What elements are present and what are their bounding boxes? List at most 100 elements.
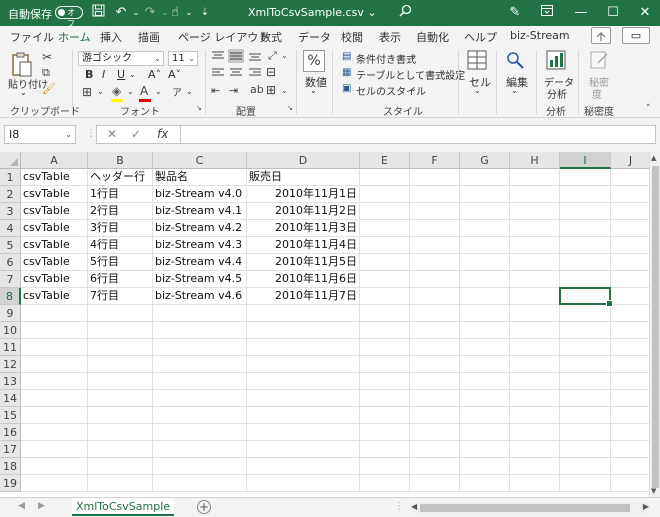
share-button[interactable] — [591, 27, 611, 44]
fill-color-icon[interactable]: ◈ — [112, 84, 121, 98]
align-middle-icon[interactable] — [228, 49, 244, 63]
cell[interactable] — [21, 458, 88, 475]
column-header-a[interactable]: A — [21, 152, 88, 169]
select-all-button[interactable] — [0, 152, 21, 169]
cell[interactable] — [88, 373, 153, 390]
cell[interactable] — [611, 220, 651, 237]
column-header-i[interactable]: I — [560, 152, 611, 169]
cell[interactable] — [460, 407, 510, 424]
tab-help[interactable]: ヘルプ — [464, 29, 497, 45]
row-header[interactable]: 6 — [0, 254, 21, 271]
cell[interactable] — [410, 373, 460, 390]
sheet-tab[interactable]: XmlToCsvSample — [72, 498, 174, 516]
cell[interactable]: 2行目 — [88, 203, 153, 220]
cell[interactable] — [247, 373, 360, 390]
cell[interactable] — [611, 322, 651, 339]
cell[interactable]: 7行目 — [88, 288, 153, 305]
cell[interactable]: 2010年11月1日 — [247, 186, 360, 203]
add-sheet-button[interactable]: + — [197, 500, 211, 514]
cell[interactable] — [88, 390, 153, 407]
row-header[interactable]: 3 — [0, 203, 21, 220]
column-header-c[interactable]: C — [153, 152, 247, 169]
cell[interactable] — [360, 322, 410, 339]
cell[interactable]: csvTable — [21, 220, 88, 237]
cell[interactable] — [360, 373, 410, 390]
dialog-launcher-icon[interactable]: ↘ — [287, 104, 293, 112]
cell[interactable]: csvTable — [21, 271, 88, 288]
cell[interactable]: 3行目 — [88, 220, 153, 237]
cell[interactable] — [510, 288, 560, 305]
cell[interactable]: 6行目 — [88, 271, 153, 288]
conditional-format-icon[interactable]: ▤ — [342, 51, 351, 62]
cell[interactable] — [410, 390, 460, 407]
cell[interactable] — [460, 424, 510, 441]
cell[interactable] — [410, 458, 460, 475]
cell[interactable] — [410, 407, 460, 424]
cell[interactable] — [460, 441, 510, 458]
cell[interactable]: 2010年11月2日 — [247, 203, 360, 220]
scroll-down-icon[interactable]: ▼ — [651, 487, 656, 495]
cell[interactable]: biz-Stream v4.6 — [153, 288, 247, 305]
cell[interactable]: 5行目 — [88, 254, 153, 271]
tab-insert[interactable]: 挿入 — [100, 29, 122, 45]
cell[interactable]: ヘッダー行 — [88, 169, 153, 186]
cell[interactable] — [88, 339, 153, 356]
tab-view[interactable]: 表示 — [379, 29, 401, 45]
cell[interactable] — [460, 373, 510, 390]
cell[interactable] — [153, 441, 247, 458]
maximize-icon[interactable]: ☐ — [604, 4, 622, 22]
cell[interactable] — [560, 458, 611, 475]
cell[interactable] — [460, 458, 510, 475]
cell[interactable] — [153, 475, 247, 492]
cells-icon[interactable] — [466, 50, 488, 72]
orientation-dropdown-icon[interactable]: ⌄ — [281, 51, 288, 60]
row-header[interactable]: 1 — [0, 169, 21, 186]
column-header-h[interactable]: H — [510, 152, 560, 169]
cell[interactable] — [560, 203, 611, 220]
cell[interactable] — [460, 203, 510, 220]
tab-draw[interactable]: 描画 — [138, 29, 160, 45]
cell[interactable] — [21, 390, 88, 407]
cell[interactable] — [410, 237, 460, 254]
cell[interactable] — [611, 339, 651, 356]
cell[interactable] — [460, 237, 510, 254]
analyze-data-label-2[interactable]: 分析 — [547, 86, 567, 101]
cell[interactable] — [611, 271, 651, 288]
column-header-b[interactable]: B — [88, 152, 153, 169]
increase-indent-icon[interactable]: ⇥ — [229, 84, 238, 97]
cell[interactable] — [510, 339, 560, 356]
font-size-select[interactable]: 11 ⌄ — [168, 51, 198, 66]
cell[interactable] — [153, 390, 247, 407]
cell[interactable]: biz-Stream v4.2 — [153, 220, 247, 237]
sensitivity-label-2[interactable]: 度 — [592, 86, 602, 101]
cell[interactable] — [510, 475, 560, 492]
tab-home[interactable]: ホーム — [58, 29, 91, 49]
scroll-up-icon[interactable]: ▲ — [651, 154, 656, 162]
cell[interactable] — [560, 237, 611, 254]
cell[interactable]: 2010年11月5日 — [247, 254, 360, 271]
border-dropdown-icon[interactable]: ⌄ — [97, 87, 104, 96]
cell[interactable] — [153, 305, 247, 322]
cell[interactable] — [360, 254, 410, 271]
border-icon[interactable]: ⊞ — [82, 85, 92, 99]
tab-file[interactable]: ファイル — [10, 29, 54, 45]
copy-icon[interactable]: ⧉ — [42, 66, 50, 80]
conditional-format-button[interactable]: 条件付き書式 — [356, 51, 416, 66]
phonetic-icon[interactable]: ア — [172, 84, 182, 99]
cell[interactable] — [510, 373, 560, 390]
font-name-select[interactable]: 游ゴシック ⌄ — [78, 51, 164, 66]
cell[interactable] — [460, 339, 510, 356]
cells-dropdown-icon[interactable]: ⌄ — [474, 86, 481, 95]
merge-cells-icon[interactable]: ⊞ — [266, 83, 276, 97]
cell[interactable] — [153, 322, 247, 339]
cell[interactable] — [410, 203, 460, 220]
cell[interactable]: csvTable — [21, 288, 88, 305]
cell[interactable] — [360, 356, 410, 373]
cut-icon[interactable]: ✂ — [42, 50, 52, 64]
cell[interactable]: 2010年11月7日 — [247, 288, 360, 305]
cell[interactable] — [410, 356, 460, 373]
cell[interactable] — [88, 356, 153, 373]
cell[interactable] — [510, 271, 560, 288]
cell[interactable] — [360, 237, 410, 254]
row-header[interactable]: 14 — [0, 390, 21, 407]
